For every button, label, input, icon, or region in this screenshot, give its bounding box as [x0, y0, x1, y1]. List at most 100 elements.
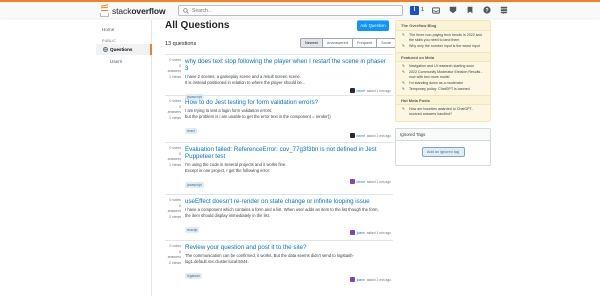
question-stats: 0 votes 0 answers 1 views [165, 99, 181, 121]
view-count: 1 views [169, 74, 181, 79]
question-stats: 0 votes 0 answers 2 views [165, 244, 181, 266]
question-stats: 0 votes 0 answers 1 views [165, 58, 181, 80]
user-avatar[interactable] [349, 179, 355, 184]
question-title-link[interactable]: useEffect doesn't re-render on state cha… [185, 198, 391, 205]
globe-icon [103, 47, 108, 52]
user-name-link[interactable]: nnnnf [357, 134, 365, 138]
sort-filters: Newest Unanswered Frequent Score [300, 38, 397, 48]
question-meta: nnnnf asked 1 min ago [349, 133, 391, 138]
answer-count: 0 answers [167, 104, 181, 115]
question-title-link[interactable]: why does text stop following the player … [185, 58, 391, 72]
question-excerpt: I have a component which contains a form… [185, 207, 379, 218]
view-count: 1 views [169, 162, 181, 167]
inbox-icon[interactable] [431, 5, 441, 15]
meta-post-link[interactable]: I'm standing down as a moderator [401, 81, 485, 86]
tag-logstash[interactable]: logstash [185, 273, 203, 280]
search-input[interactable] [192, 7, 392, 14]
filter-unanswered[interactable]: Unanswered [323, 39, 353, 47]
question-excerpt: The communication can be confirmed, it w… [185, 253, 354, 264]
question-summary: 0 votes 0 answers 1 views How to do Jest… [165, 96, 393, 143]
question-meta: nnnnf asked 1 min ago [349, 179, 391, 184]
question-title-link[interactable]: Evaluation failed: ReferenceError: cov_7… [185, 146, 391, 160]
question-excerpt: I am trying to test a login form validat… [185, 108, 331, 119]
view-count: 2 views [169, 260, 181, 265]
user-name-link[interactable]: joann [357, 231, 365, 235]
blog-post-link[interactable]: Why only the number input is the worst i… [401, 44, 485, 49]
user-avatar[interactable] [349, 277, 355, 282]
question-title-link[interactable]: How to do Jest testing for form validati… [185, 99, 391, 106]
question-stats: 0 votes 0 answers 1 views [165, 146, 181, 168]
question-title-link[interactable]: Review your question and post it to the … [185, 244, 391, 251]
question-count: 13 questions [165, 41, 197, 47]
nav-section-public: PUBLIC [102, 39, 117, 43]
stack-logo-icon [100, 3, 110, 17]
meta-post-link[interactable]: 2022 Community Moderator Election Result… [401, 70, 485, 80]
user-name-link[interactable]: nnnnf [357, 180, 365, 184]
search-box[interactable] [178, 5, 403, 16]
question-meta: joann asked 1 min ago [349, 230, 391, 235]
question-summary: 0 votes 0 answers 1 views Evaluation fai… [165, 143, 393, 195]
question-summary: 0 votes 0 answers 2 views Review your qu… [165, 241, 393, 286]
user-profile-link[interactable]: I 1 [410, 5, 424, 15]
tag-react[interactable]: react [185, 128, 197, 135]
question-list: 0 votes 0 answers 1 views why does text … [165, 54, 393, 286]
left-sidebar: Home PUBLIC Questions Users [96, 20, 152, 296]
reputation-count: 1 [421, 7, 424, 13]
hot-meta-post-link[interactable]: How are bounties awarded to ChatGPT-sour… [401, 107, 485, 117]
achievements-icon[interactable] [448, 5, 458, 15]
nav-questions-label: Questions [110, 47, 133, 52]
user-avatar[interactable] [349, 230, 355, 235]
asked-time: asked 1 min ago [366, 179, 391, 184]
blog-post-link[interactable]: The three non-paying tech trends in 2022… [401, 33, 485, 43]
view-count: 2 views [169, 214, 181, 219]
user-name-link[interactable]: joann [357, 278, 365, 282]
search-icon [183, 7, 189, 14]
asked-time: asked 1 min ago [366, 277, 391, 282]
question-summary: 0 votes 0 answers 1 views why does text … [165, 55, 393, 101]
question-excerpt: I have 2 scenes, a gameplay scene and a … [185, 74, 306, 85]
nav-users[interactable]: Users [110, 59, 122, 64]
answer-count: 0 answers [167, 63, 181, 74]
asked-time: asked 1 min ago [366, 230, 391, 235]
avatar: I [410, 5, 419, 15]
answer-count: 0 answers [167, 151, 181, 162]
user-avatar[interactable] [349, 88, 355, 93]
site-logo[interactable]: stackoverflow [100, 3, 166, 17]
filter-newest[interactable]: Newest [301, 39, 323, 47]
answer-count: 0 answers [167, 203, 181, 214]
question-meta: nnnnf asked 1 min ago [349, 88, 391, 93]
hot-meta-header: Hot Meta Posts [396, 95, 490, 106]
ignored-tags-header: Ignored Tags [396, 128, 490, 141]
nav-home[interactable]: Home [102, 27, 114, 32]
view-count: 1 views [169, 115, 181, 120]
tag-javascript[interactable]: javascript [185, 182, 204, 189]
meta-post-link[interactable]: Navigation and UI research starting soon [401, 64, 485, 69]
featured-header: Featured on Meta [396, 52, 490, 63]
page-title: All Questions [165, 20, 230, 31]
add-ignored-tag-button[interactable]: Add an ignored tag [421, 146, 465, 157]
top-bar: stackoverflow I 1 ? [0, 0, 600, 18]
question-stats: 0 votes 0 answers 2 views [165, 198, 181, 220]
help-icon[interactable]: ? [482, 5, 492, 15]
answer-count: 0 answers [167, 249, 181, 260]
review-icon[interactable] [465, 5, 475, 15]
tag-reactjs[interactable]: reactjs [185, 227, 200, 234]
right-sidebar: The Overflow Blog The three non-paying t… [395, 20, 491, 166]
filter-score[interactable]: Score [377, 39, 395, 47]
logo-text: stackoverflow [112, 5, 166, 16]
user-name-link[interactable]: nnnnf [357, 89, 365, 93]
stack-exchange-icon[interactable] [499, 5, 509, 15]
svg-text:?: ? [485, 8, 488, 14]
nav-questions[interactable]: Questions [96, 44, 152, 55]
ignored-tags-widget: Ignored Tags Add an ignored tag [395, 127, 491, 166]
question-meta: joann asked 1 min ago [349, 277, 391, 282]
question-excerpt: I'm using the code in several projects a… [185, 162, 287, 173]
meta-post-link[interactable]: Temporary policy: ChatGPT is banned [401, 87, 485, 92]
user-avatar[interactable] [349, 133, 355, 138]
filter-frequent[interactable]: Frequent [353, 39, 378, 47]
question-summary: 0 votes 0 answers 2 views useEffect does… [165, 195, 393, 241]
asked-time: asked 1 min ago [366, 133, 391, 138]
ask-question-button[interactable]: Ask Question [357, 20, 389, 31]
blog-header: The Overflow Blog [396, 21, 490, 31]
asked-time: asked 1 min ago [366, 88, 391, 93]
